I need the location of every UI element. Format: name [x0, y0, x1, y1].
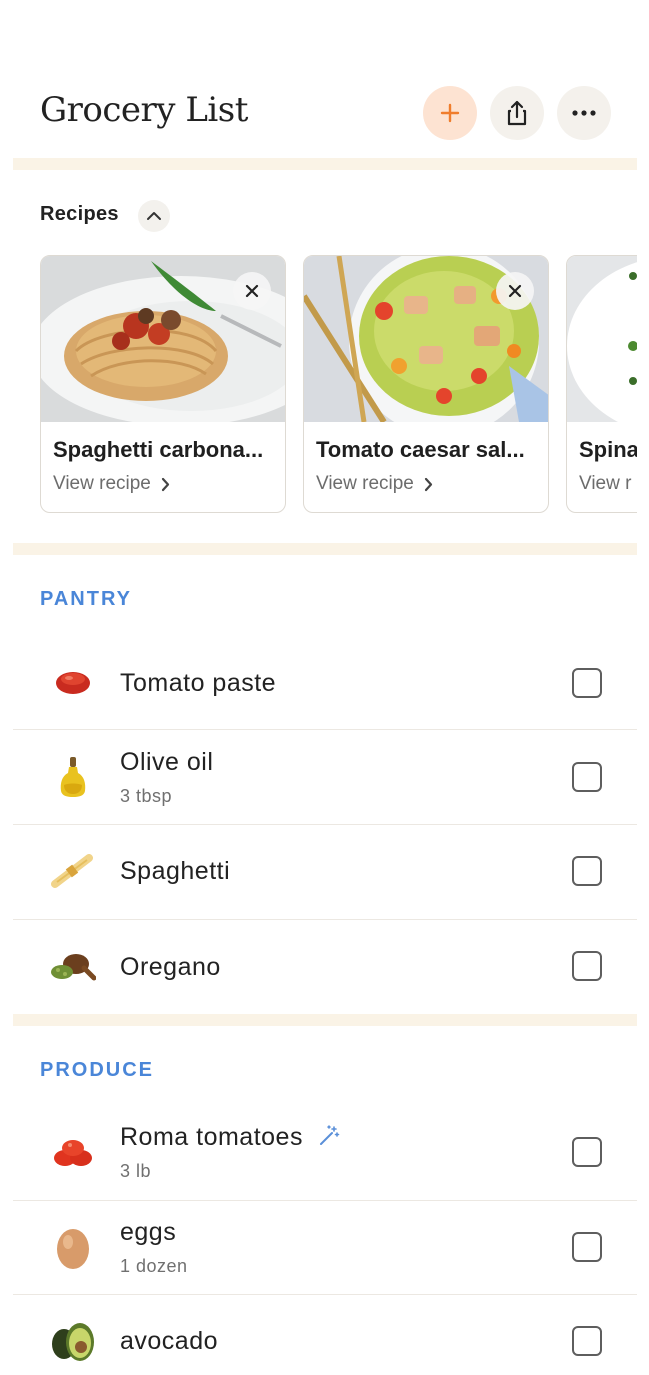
recipe-card[interactable]: Spina View r — [566, 255, 637, 513]
view-recipe-label: View recipe — [316, 473, 414, 494]
recipe-name: Tomato caesar sal... — [316, 437, 525, 462]
remove-recipe-button[interactable] — [233, 272, 271, 310]
page-title: Grocery List — [40, 90, 248, 130]
plus-icon — [440, 103, 460, 123]
section-title-produce: PRODUCE — [40, 1059, 155, 1081]
view-recipe-link[interactable]: View r — [579, 473, 631, 495]
list-item[interactable]: avocado — [13, 1296, 637, 1375]
close-icon — [508, 284, 522, 298]
section-divider — [13, 158, 637, 170]
share-icon — [507, 100, 527, 126]
section-divider — [13, 1014, 637, 1026]
magic-wand-icon — [320, 1125, 340, 1145]
olive-oil-icon — [49, 751, 97, 803]
list-item[interactable]: eggs 1 dozen — [13, 1201, 637, 1295]
list-item[interactable]: Spaghetti — [13, 826, 637, 920]
grocery-list-screen: Grocery List Recipes Spaghetti carbona..… — [0, 0, 649, 1375]
recipe-card[interactable]: Spaghetti carbona... View recipe — [40, 255, 286, 513]
section-title-pantry: PANTRY — [40, 588, 132, 610]
tomato-paste-icon — [49, 656, 97, 708]
item-name: Oregano — [120, 953, 221, 981]
item-name: Tomato paste — [120, 669, 277, 697]
item-name: eggs — [120, 1218, 177, 1246]
item-checkbox[interactable] — [572, 1232, 602, 1262]
chevron-up-icon — [147, 212, 161, 220]
item-name: avocado — [120, 1327, 219, 1355]
tomato-icon — [49, 1127, 97, 1179]
recipe-name: Spaghetti carbona... — [53, 437, 264, 462]
item-quantity: 1 dozen — [120, 1256, 188, 1276]
item-name: Olive oil — [120, 748, 214, 776]
view-recipe-link[interactable]: View recipe — [316, 473, 433, 495]
item-quantity: 3 tbsp — [120, 786, 173, 806]
list-item[interactable]: Tomato paste — [13, 636, 637, 730]
item-checkbox[interactable] — [572, 762, 602, 792]
recipe-name: Spina — [579, 437, 637, 462]
collapse-recipes-button[interactable] — [138, 200, 170, 232]
item-name-text: Roma tomatoes — [120, 1123, 303, 1151]
view-recipe-label: View r — [579, 473, 632, 494]
view-recipe-link[interactable]: View recipe — [53, 473, 170, 495]
list-item[interactable]: Roma tomatoes 3 lb — [13, 1107, 637, 1201]
share-button[interactable] — [490, 86, 544, 140]
section-divider — [13, 543, 637, 555]
remove-recipe-button[interactable] — [496, 272, 534, 310]
item-name: Spaghetti — [120, 857, 231, 885]
list-item[interactable]: Oregano — [13, 921, 637, 1015]
more-options-button[interactable] — [557, 86, 611, 140]
avocado-icon — [49, 1316, 97, 1368]
item-checkbox[interactable] — [572, 1137, 602, 1167]
item-quantity: 3 lb — [120, 1161, 152, 1181]
add-button[interactable] — [423, 86, 477, 140]
ellipsis-icon — [572, 110, 596, 116]
recipe-card[interactable]: Tomato caesar sal... View recipe — [303, 255, 549, 513]
item-checkbox[interactable] — [572, 856, 602, 886]
spaghetti-icon — [49, 846, 97, 898]
list-item[interactable]: Olive oil 3 tbsp — [13, 731, 637, 825]
item-checkbox[interactable] — [572, 951, 602, 981]
chevron-right-icon — [424, 477, 432, 491]
item-checkbox[interactable] — [572, 1326, 602, 1356]
item-checkbox[interactable] — [572, 668, 602, 698]
oregano-icon — [49, 941, 97, 993]
recipe-carousel[interactable]: Spaghetti carbona... View recipe Tomato … — [40, 255, 637, 517]
recipe-photo — [567, 256, 637, 422]
item-name: Roma tomatoes — [120, 1123, 340, 1152]
view-recipe-label: View recipe — [53, 473, 151, 494]
egg-icon — [49, 1221, 97, 1273]
close-icon — [245, 284, 259, 298]
chevron-right-icon — [161, 477, 169, 491]
header: Grocery List — [0, 60, 649, 160]
recipes-label: Recipes — [40, 203, 119, 225]
